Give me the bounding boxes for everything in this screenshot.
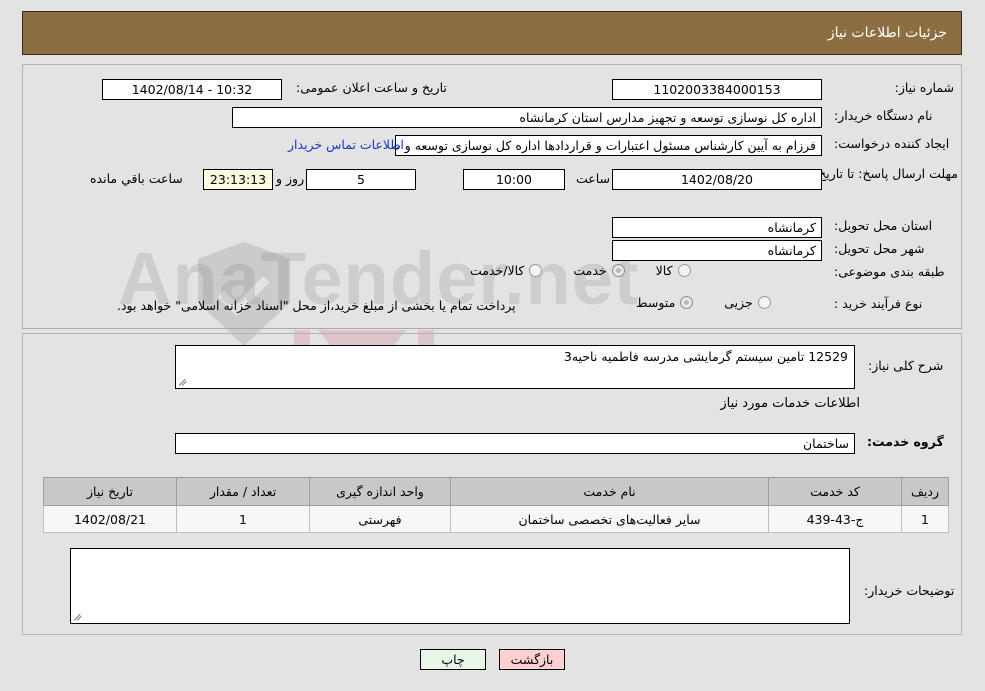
table-col-index: ردیف [901,477,949,506]
purchase-process-label: نوع فرآیند خرید : [834,296,923,311]
delivery-province-label-wrap: استان محل تحویل: [828,218,932,233]
radio-process-jozii[interactable]: جزیی [724,295,771,310]
purchase-process-radio-group: جزیی متوسط [636,295,771,310]
resize-grip-icon[interactable] [178,377,189,387]
general-description-label: شرح کلی نیاز: [868,358,944,373]
table-header-row: ردیف کد خدمت نام خدمت واحد اندازه گیری ت… [43,477,949,506]
request-creator-field[interactable]: فرزام به آیین کارشناس مسئول اعتبارات و ق… [395,135,822,156]
radio-label: کالا/خدمت [470,263,525,278]
services-section-title: اطلاعات خدمات مورد نیاز [720,396,860,411]
need-info-panel [22,64,962,329]
deadline-hour-label: ساعت [576,171,611,186]
table-col-name: نام خدمت [450,477,769,506]
radio-circle-icon[interactable] [529,264,543,277]
general-description-label-wrap: شرح کلی نیاز: [862,358,943,373]
service-group-field[interactable]: ساختمان [175,433,855,454]
delivery-city-label-wrap: شهر محل تحویل: [828,241,924,256]
deadline-countdown-field: 23:13:13 [203,169,273,190]
action-button-bar: بازگشت چاپ [0,649,985,670]
radio-circle-icon[interactable] [677,264,691,277]
subject-class-label-wrap: طبقه بندی موضوعی: [828,264,945,279]
radio-label: متوسط [636,295,676,310]
announcement-label-wrap: تاریخ و ساعت اعلان عمومی: [290,80,447,95]
radio-label: جزیی [724,295,753,310]
buyer-comments-textarea[interactable] [70,548,850,624]
subject-class-label: طبقه بندی موضوعی: [834,264,945,279]
request-creator-label-wrap: ایجاد کننده درخواست: [828,136,949,151]
buyer-org-label-wrap: نام دستگاه خریدار: [828,108,932,123]
radio-label: خدمت [573,263,607,278]
print-button[interactable]: چاپ [420,649,486,670]
service-group-label: گروه خدمت: [867,434,944,449]
buyer-org-field[interactable]: اداره کل نوسازی توسعه و تجهیز مدارس استا… [232,107,822,128]
deadline-countdown-label: ساعت باقي مانده [90,171,183,186]
radio-process-motevaset[interactable]: متوسط [636,295,694,310]
services-table: ردیف کد خدمت نام خدمت واحد اندازه گیری ت… [43,477,949,533]
need-number-label-wrap: شماره نیاز: [828,80,954,95]
cell-unit: فهرستی [309,505,451,533]
general-description-value: 12529 تامین سیستم گرمایشی مدرسه فاطمیه ن… [563,349,848,364]
cell-name: سایر فعالیت‌های تخصصی ساختمان [450,505,769,533]
buyer-comments-label: توضیحات خریدار: [864,583,955,598]
deadline-label-wrap: مهلت ارسال پاسخ: تا تاریخ: [814,166,958,181]
table-col-code: کد خدمت [768,477,902,506]
purchase-process-label-wrap: نوع فرآیند خرید : [828,296,922,311]
deadline-label: مهلت ارسال پاسخ: تا تاریخ: [813,166,958,181]
radio-subject-kala-khedmat[interactable]: کالا/خدمت [470,263,543,278]
announcement-date-label: تاریخ و ساعت اعلان عمومی: [296,80,447,95]
services-table-wrapper: ردیف کد خدمت نام خدمت واحد اندازه گیری ت… [43,477,949,533]
radio-label: کالا [655,263,673,278]
cell-quantity: 1 [176,505,310,533]
back-button[interactable]: بازگشت [499,649,565,670]
delivery-province-field[interactable]: کرمانشاه [612,217,822,238]
cell-date: 1402/08/21 [43,505,177,533]
deadline-date-field[interactable]: 1402/08/20 [612,169,822,190]
deadline-hour-field[interactable]: 10:00 [463,169,565,190]
delivery-city-field[interactable]: کرمانشاه [612,240,822,261]
table-col-unit: واحد اندازه گیری [309,477,451,506]
delivery-province-label: استان محل تحویل: [834,218,933,233]
delivery-city-label: شهر محل تحویل: [834,241,925,256]
general-description-textarea[interactable]: 12529 تامین سیستم گرمایشی مدرسه فاطمیه ن… [175,345,855,389]
buyer-comments-label-wrap: توضیحات خریدار: [858,583,954,598]
need-number-field[interactable]: 1102003384000153 [612,79,822,100]
radio-subject-kala[interactable]: کالا [656,263,691,278]
resize-grip-icon[interactable] [73,612,84,622]
page-header-bar: جزئیات اطلاعات نیاز [22,11,962,55]
purchase-process-note: پرداخت تمام یا بخشی از مبلغ خرید،از محل … [117,298,516,313]
cell-index: 1 [901,505,949,533]
table-col-date: تاریخ نیاز [43,477,177,506]
radio-circle-icon[interactable] [757,296,771,309]
request-creator-label: ایجاد کننده درخواست: [834,136,950,151]
subject-class-radio-group: کالا خدمت کالا/خدمت [470,263,691,278]
cell-code: ج-43-439 [768,505,902,533]
table-row[interactable]: 1 ج-43-439 سایر فعالیت‌های تخصصی ساختمان… [43,505,949,533]
deadline-days-field[interactable]: 5 [306,169,416,190]
buyer-org-label: نام دستگاه خریدار: [834,108,933,123]
need-number-label: شماره نیاز: [894,80,954,95]
buyer-contact-info-link[interactable]: اطلاعات تماس خریدار [288,137,404,152]
deadline-days-label: روز و [276,171,305,186]
service-group-label-wrap: گروه خدمت: [861,434,944,449]
radio-circle-icon[interactable] [680,296,694,309]
radio-circle-icon[interactable] [611,264,625,277]
radio-subject-khedmat[interactable]: خدمت [573,263,625,278]
announcement-date-field[interactable]: 10:32 - 1402/08/14 [102,79,282,100]
table-col-quantity: تعداد / مقدار [176,477,310,506]
page-title: جزئیات اطلاعات نیاز [827,25,947,41]
